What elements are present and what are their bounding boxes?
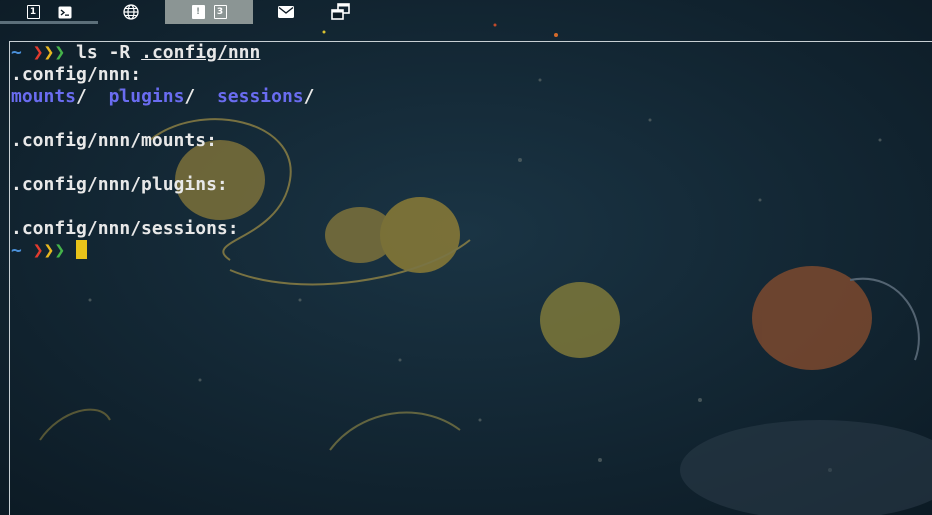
dir-slash: / — [76, 86, 87, 107]
output-sessions-header: .config/nnn/sessions: — [11, 218, 239, 239]
prompt-tilde: ~ — [11, 42, 22, 63]
prompt-line: ~ ❯❯❯ — [11, 240, 932, 262]
workspace-urgent-button[interactable]: ! 3 — [165, 0, 253, 24]
dir-entry-plugins: plugins — [108, 86, 185, 107]
dir-entry-sessions: sessions — [216, 86, 304, 107]
prompt-chevron-yellow: ❯ — [43, 42, 55, 63]
workspace-bar: 1 ! 3 — [0, 0, 932, 24]
output-root-header: .config/nnn: — [11, 64, 142, 85]
command-line: ~ ❯❯❯ ls -R .config/nnn — [11, 42, 932, 64]
prompt-chevron-green: ❯ — [54, 240, 66, 261]
workspace-web-button[interactable] — [120, 0, 142, 24]
workspace-windows-button[interactable] — [330, 0, 352, 24]
workspace-mail-button[interactable] — [275, 0, 297, 24]
dir-slash: / — [184, 86, 196, 107]
workspace-1-button[interactable]: 1 — [22, 0, 44, 24]
prompt-chevron-red: ❯ — [32, 42, 44, 63]
command-flag: -R — [108, 42, 131, 63]
urgent-icon: ! — [191, 5, 205, 19]
globe-icon — [123, 4, 139, 20]
prompt-chevron-yellow: ❯ — [43, 240, 55, 261]
terminal-window[interactable]: ~ ❯❯❯ ls -R .config/nnn .config/nnn: mou… — [9, 41, 932, 515]
workspace-terminal-button[interactable] — [54, 0, 76, 24]
dir-entry-mounts: mounts — [11, 86, 77, 107]
prompt-chevron-green: ❯ — [54, 42, 66, 63]
windows-icon — [331, 3, 350, 20]
command-path: .config/nnn — [141, 42, 261, 63]
dir-slash: / — [303, 86, 315, 107]
mail-icon — [278, 6, 294, 18]
output-plugins-header: .config/nnn/plugins: — [11, 174, 228, 195]
workspace-three-icon: 3 — [213, 5, 227, 19]
prompt-tilde: ~ — [11, 240, 22, 261]
command-name: ls — [76, 42, 98, 63]
output-mounts-header: .config/nnn/mounts: — [11, 130, 217, 151]
workspace-indicator — [0, 21, 98, 24]
text-cursor[interactable] — [76, 240, 88, 259]
output-dir-listing: mounts/ plugins/ sessions/ — [11, 86, 932, 108]
terminal-icon — [58, 6, 72, 18]
prompt-chevron-red: ❯ — [32, 240, 44, 261]
workspace-one-icon: 1 — [26, 5, 40, 19]
